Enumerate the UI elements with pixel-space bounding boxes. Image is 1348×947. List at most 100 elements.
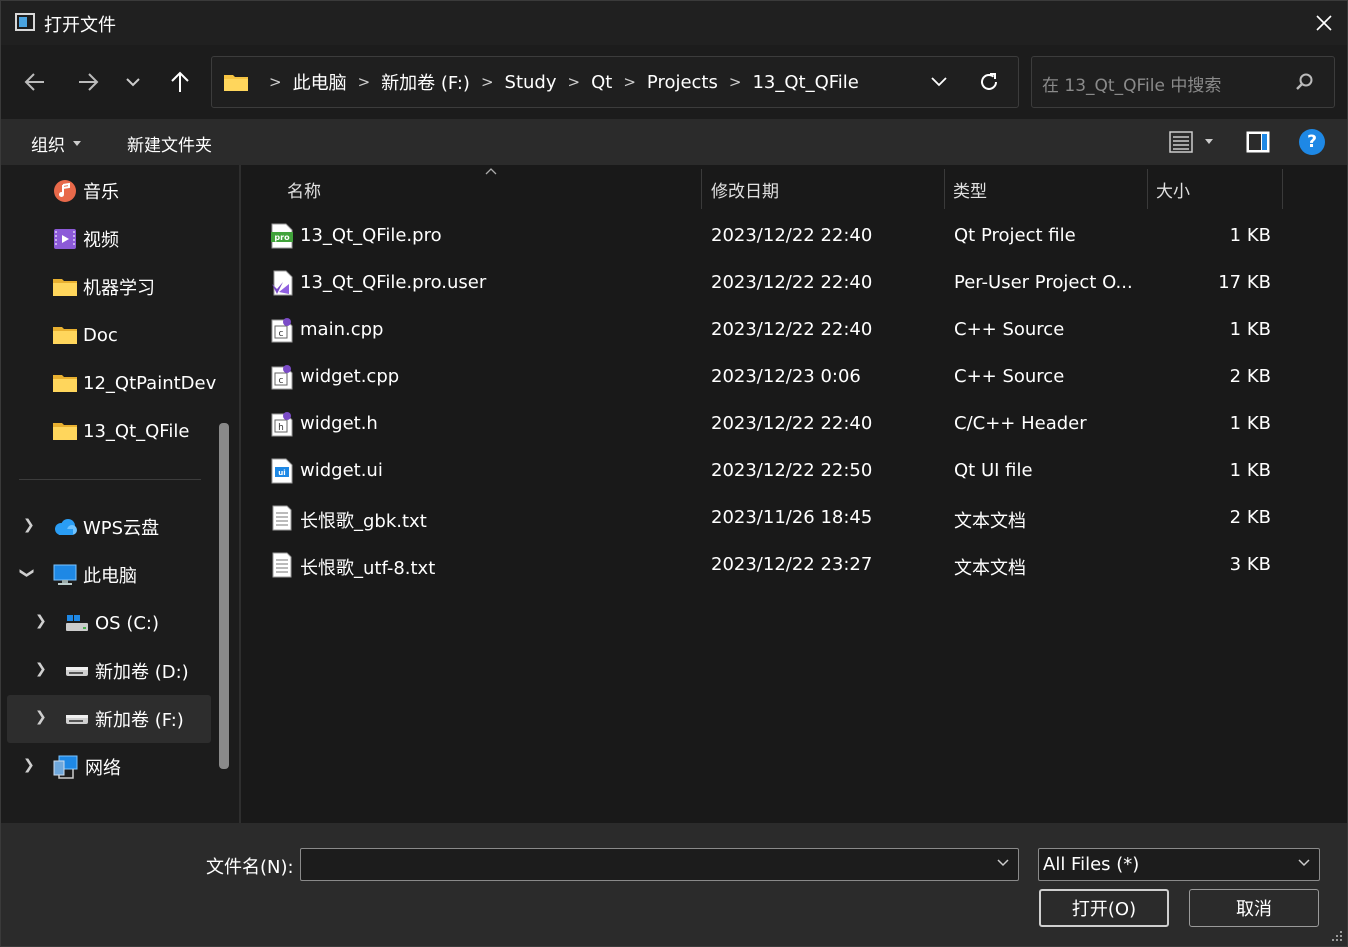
column-header-name[interactable]: 名称: [287, 169, 321, 209]
sidebar-item-label: WPS云盘: [83, 518, 160, 539]
new-folder-button[interactable]: 新建文件夹: [127, 131, 212, 156]
file-row[interactable]: ui widget.ui 2023/12/22 22:50 Qt UI file…: [261, 448, 1291, 495]
column-header-type[interactable]: 类型: [953, 169, 987, 209]
arrow-left-icon: [24, 73, 44, 91]
network-icon: [53, 755, 78, 779]
column-header-modified[interactable]: 修改日期: [711, 169, 779, 209]
file-size: 2 KB: [1229, 366, 1271, 387]
caret-down-icon[interactable]: [1205, 139, 1213, 144]
folder-icon: [53, 375, 77, 392]
cpp-file-icon: c: [271, 365, 293, 390]
drive-icon: [66, 667, 88, 676]
sidebar-item-wps-cloud[interactable]: WPS云盘: [53, 505, 159, 549]
breadcrumb: > 此电脑 > 新加卷 (F:) > Study > Qt > Projects…: [258, 57, 859, 107]
sidebar-item-label: 此电脑: [83, 566, 137, 587]
cloud-icon: [55, 519, 77, 535]
video-icon: [54, 229, 76, 249]
organize-menu[interactable]: 组织: [31, 131, 81, 156]
chevron-down-icon: [1298, 859, 1310, 867]
forward-button[interactable]: [68, 63, 108, 101]
file-size: 1 KB: [1229, 413, 1271, 434]
dialog-footer: 文件名(N): All Files (*) 打开(O) 取消: [1, 823, 1347, 946]
chevron-down-icon[interactable]: [996, 855, 1010, 869]
sidebar-item-video[interactable]: 视频: [53, 217, 258, 261]
computer-icon: [53, 564, 77, 585]
preview-pane-icon[interactable]: [1246, 131, 1270, 153]
refresh-button[interactable]: [976, 69, 1002, 95]
expand-chevron-icon[interactable]: ❯: [23, 517, 35, 533]
cancel-button[interactable]: 取消: [1189, 889, 1319, 927]
close-icon: [1316, 15, 1332, 31]
search-placeholder: 在 13_Qt_QFile 中搜索: [1042, 76, 1222, 96]
file-list: 名称 修改日期 类型 大小 pro 13_Qt_QFile.pro 2023/1…: [241, 165, 1347, 823]
file-size: 1 KB: [1229, 225, 1271, 246]
view-list-icon[interactable]: [1169, 131, 1193, 153]
text-file-icon: [272, 552, 292, 578]
file-row[interactable]: pro 13_Qt_QFile.pro 2023/12/22 22:40 Qt …: [261, 213, 1291, 260]
navigation-pane: 音乐 视频 机器学习 Doc 12_QtPaintDev 13_Qt_QFile…: [1, 165, 258, 823]
sidebar-item-drive-f[interactable]: 新加卷 (F:): [65, 697, 184, 741]
column-header-size[interactable]: 大小: [1156, 169, 1190, 209]
sidebar-item-doc-folder[interactable]: Doc: [53, 313, 118, 357]
folder-icon: [53, 279, 77, 296]
file-row[interactable]: c widget.cpp 2023/12/23 0:06 C++ Source …: [261, 354, 1291, 401]
breadcrumb-separator: >: [480, 73, 494, 91]
up-button[interactable]: [160, 63, 200, 101]
help-icon[interactable]: ?: [1299, 129, 1325, 155]
column-separator[interactable]: [701, 169, 702, 209]
file-row[interactable]: 13_Qt_QFile.pro.user 2023/12/22 22:40 Pe…: [261, 260, 1291, 307]
back-button[interactable]: [15, 63, 55, 101]
crumb-qt[interactable]: Qt: [591, 72, 612, 93]
resize-grip-icon[interactable]: [1331, 930, 1343, 942]
crumb-this-pc[interactable]: 此电脑: [293, 69, 347, 95]
crumb-projects[interactable]: Projects: [647, 72, 718, 93]
column-separator[interactable]: [1282, 169, 1283, 209]
sidebar-item-music[interactable]: 音乐: [53, 169, 258, 213]
sidebar-item-ml-folder[interactable]: 机器学习: [53, 265, 155, 309]
breadcrumb-separator: >: [728, 73, 742, 91]
svg-text:c: c: [279, 329, 284, 339]
crumb-volume-f[interactable]: 新加卷 (F:): [381, 69, 470, 95]
sidebar-item-drive-c[interactable]: OS (C:): [65, 601, 159, 645]
sidebar-item-drive-d[interactable]: 新加卷 (D:): [65, 649, 189, 693]
sidebar-item-this-pc[interactable]: 此电脑: [53, 553, 137, 597]
crumb-study[interactable]: Study: [505, 72, 557, 93]
file-row[interactable]: c main.cpp 2023/12/22 22:40 C++ Source 1…: [261, 307, 1291, 354]
sidebar-item-label: OS (C:): [95, 612, 159, 634]
pro-file-icon: pro: [271, 223, 293, 249]
text-file-icon: [272, 505, 292, 531]
collapse-chevron-icon[interactable]: ❯: [19, 567, 35, 579]
search-box[interactable]: 在 13_Qt_QFile 中搜索: [1031, 56, 1335, 108]
expand-chevron-icon[interactable]: ❯: [35, 709, 47, 725]
filter-value: All Files (*): [1043, 854, 1140, 875]
navigation-bar: > 此电脑 > 新加卷 (F:) > Study > Qt > Projects…: [1, 45, 1347, 119]
file-modified: 2023/12/22 22:40: [711, 319, 873, 340]
recent-locations-button[interactable]: [113, 63, 153, 101]
file-row[interactable]: 长恨歌_utf-8.txt 2023/12/22 23:27 文本文档 3 KB: [261, 542, 1291, 589]
expand-chevron-icon[interactable]: ❯: [35, 613, 47, 629]
crumb-current[interactable]: 13_Qt_QFile: [752, 72, 858, 93]
sidebar-item-label: 音乐: [83, 182, 119, 203]
arrow-right-icon: [79, 73, 99, 91]
sidebar-item-qfile-folder[interactable]: 13_Qt_QFile: [53, 409, 189, 453]
address-bar[interactable]: > 此电脑 > 新加卷 (F:) > Study > Qt > Projects…: [211, 56, 1019, 108]
filename-input[interactable]: [300, 848, 1019, 881]
organize-label: 组织: [31, 136, 65, 156]
sidebar-item-label: 网络: [85, 758, 121, 779]
file-type-filter[interactable]: All Files (*): [1038, 848, 1320, 881]
sidebar-item-network[interactable]: 网络: [53, 745, 121, 789]
drive-c-icon: [66, 615, 88, 631]
file-type: 文本文档: [954, 558, 1026, 579]
close-button[interactable]: [1301, 1, 1347, 45]
expand-chevron-icon[interactable]: ❯: [35, 661, 47, 677]
expand-chevron-icon[interactable]: ❯: [23, 757, 35, 773]
open-button[interactable]: 打开(O): [1039, 889, 1169, 927]
address-history-button[interactable]: [926, 69, 952, 95]
sidebar-item-label: 新加卷 (D:): [95, 662, 189, 683]
sidebar-scrollbar[interactable]: [219, 423, 229, 769]
file-row[interactable]: h widget.h 2023/12/22 22:40 C/C++ Header…: [261, 401, 1291, 448]
sidebar-item-qtpaintdev-folder[interactable]: 12_QtPaintDev: [53, 361, 216, 405]
file-row[interactable]: 长恨歌_gbk.txt 2023/11/26 18:45 文本文档 2 KB: [261, 495, 1291, 542]
column-separator[interactable]: [1147, 169, 1148, 209]
column-separator[interactable]: [944, 169, 945, 209]
